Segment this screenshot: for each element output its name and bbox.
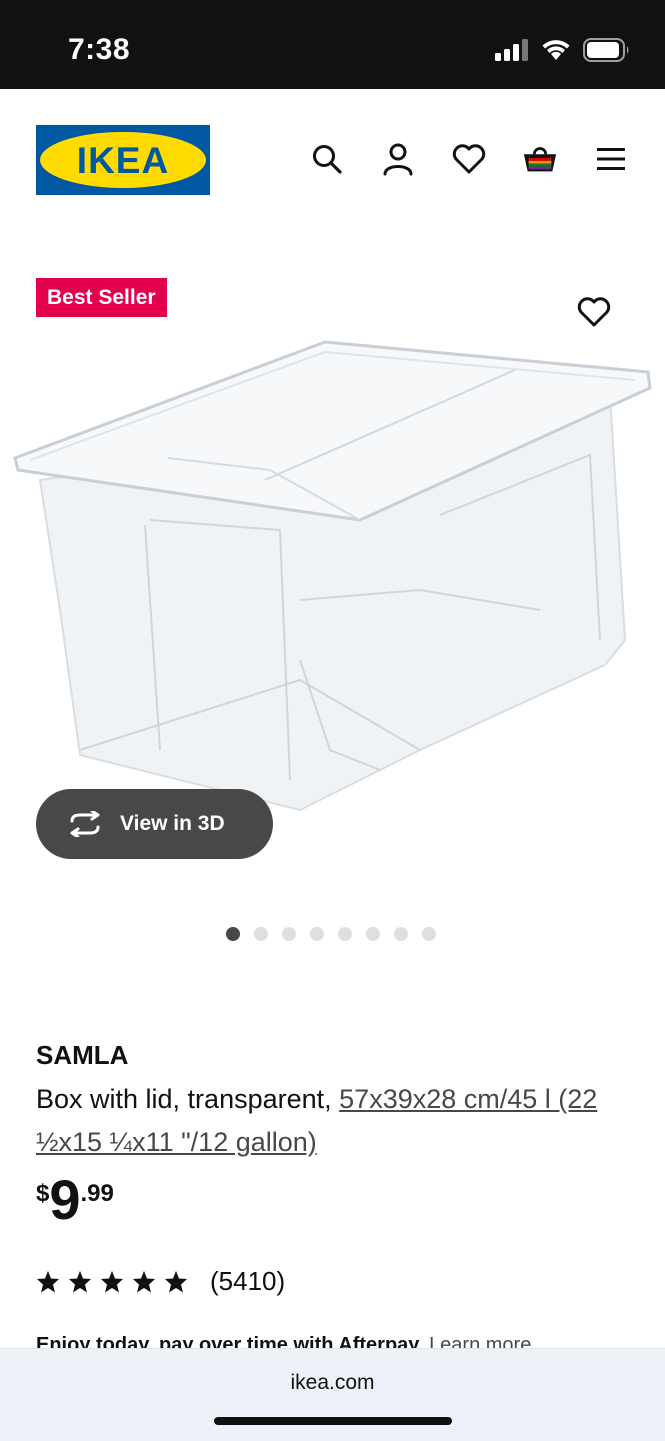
heart-icon [452, 144, 486, 174]
account-icon [383, 143, 413, 176]
product-image[interactable] [0, 330, 665, 820]
battery-icon [583, 38, 629, 62]
menu-button[interactable] [593, 141, 629, 177]
price-currency: $ [36, 1180, 50, 1207]
gallery-pagination [226, 927, 436, 941]
heart-icon [577, 297, 611, 327]
price-decimal: .99 [80, 1180, 114, 1207]
view-in-3d-label: View in 3D [120, 812, 225, 835]
gallery-dot[interactable] [394, 927, 408, 941]
cart-icon [523, 147, 557, 172]
url-display[interactable]: ikea.com [0, 1371, 665, 1395]
menu-icon [597, 148, 625, 170]
gallery-dot[interactable] [338, 927, 352, 941]
rating-count: (5410) [210, 1266, 286, 1296]
home-indicator[interactable] [214, 1417, 452, 1425]
browser-address-bar: ikea.com [0, 1348, 665, 1441]
status-time: 7:38 [68, 33, 131, 66]
star-icon [37, 1270, 59, 1292]
star-icon [165, 1270, 187, 1292]
gallery-dot[interactable] [282, 927, 296, 941]
rotate-3d-icon [70, 811, 100, 837]
product-price: $ 9 .99 [36, 1170, 114, 1230]
ikea-logo[interactable]: IKEA [36, 125, 210, 195]
gallery-dot[interactable] [310, 927, 324, 941]
gallery-dot[interactable] [226, 927, 240, 941]
account-button[interactable] [380, 141, 416, 177]
product-description: Box with lid, transparent, 57x39x28 cm/4… [36, 1078, 626, 1164]
view-in-3d-button[interactable]: View in 3D [36, 789, 273, 859]
cart-button[interactable] [522, 141, 558, 177]
star-icon [133, 1270, 155, 1292]
svg-text:IKEA: IKEA [77, 140, 169, 181]
price-integer: 9 [49, 1168, 81, 1231]
site-header: IKEA [0, 89, 665, 229]
product-name: SAMLA [36, 1040, 129, 1070]
save-favorite-button[interactable] [574, 292, 614, 332]
rating-stars [36, 1270, 188, 1294]
status-icons [495, 38, 631, 62]
best-seller-badge: Best Seller [36, 278, 167, 317]
product-rating[interactable]: (5410) [36, 1266, 285, 1297]
search-button[interactable] [309, 141, 345, 177]
star-icon [69, 1270, 91, 1292]
search-icon [313, 145, 342, 174]
gallery-dot[interactable] [366, 927, 380, 941]
gallery-dot[interactable] [254, 927, 268, 941]
wifi-icon [542, 40, 570, 60]
status-bar: 7:38 [0, 0, 665, 89]
signal-icon [495, 39, 528, 61]
star-icon [101, 1270, 123, 1292]
gallery-dot[interactable] [422, 927, 436, 941]
product-description-text: Box with lid, transparent, [36, 1084, 340, 1114]
favorites-button[interactable] [451, 141, 487, 177]
